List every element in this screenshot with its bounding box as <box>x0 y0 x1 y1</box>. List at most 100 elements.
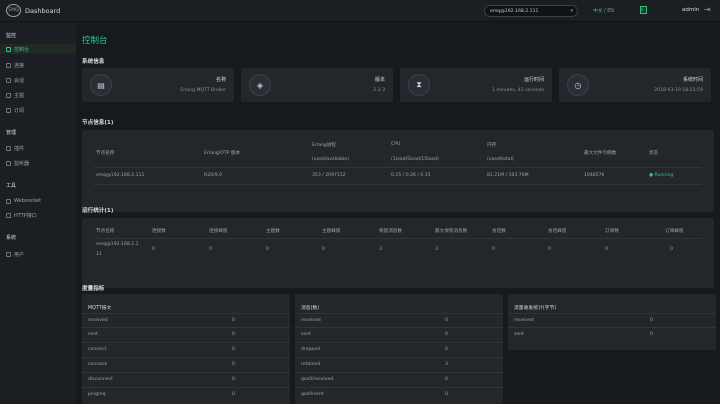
sidebar-item-topics[interactable]: 主题 <box>0 90 76 100</box>
table-cell: 0 <box>266 247 269 252</box>
metric-row: disconnect 0 <box>82 372 290 386</box>
calendar-icon <box>6 107 11 113</box>
sidebar-item-connections[interactable]: 连接 <box>0 60 76 70</box>
section-title-system-info: 系统信息 <box>82 59 105 65</box>
notification-count: 0 <box>641 7 644 12</box>
link-icon <box>6 62 11 68</box>
metric-value: 0 <box>445 332 448 337</box>
status-text: Running <box>654 173 674 178</box>
lang-zh[interactable]: 中文 <box>593 9 603 14</box>
metric-value: 0 <box>445 318 448 323</box>
info-card-version: ◈ 版本 2.3.3 <box>241 68 393 102</box>
info-label: 版本 <box>374 77 385 83</box>
table-header: 节点名称 <box>96 151 115 156</box>
sidebar-item-subscriptions[interactable]: 订阅 <box>0 105 76 115</box>
lang-en[interactable]: EN <box>607 9 614 14</box>
metric-row: qos0/sent 0 <box>295 387 503 401</box>
metric-row: pingreq 0 <box>82 387 290 401</box>
metric-card-messages: 消息(数) received 0 sent 0 dropped 0 retained 3… <box>295 294 503 404</box>
metric-key: disconnect <box>88 377 113 382</box>
sidebar-group-system: 系统 <box>6 235 17 241</box>
metric-key: pingreq <box>88 392 106 397</box>
table-cell: emq@192.168.2.1 <box>96 242 139 247</box>
table-cell: 0 <box>670 247 673 252</box>
sidebar-item-http-api[interactable]: HTTP接口 <box>0 210 76 220</box>
sidebar-group-tools: 工具 <box>6 183 17 189</box>
metric-value: 0 <box>650 318 653 323</box>
node-select[interactable]: emq@192.168.2.111 ▾ <box>484 5 578 17</box>
sidebar-item-users[interactable]: 用户 <box>0 249 76 259</box>
sidebar-item-label: 用户 <box>14 251 25 258</box>
section-title-runtime-stats: 运行统计(1) <box>82 208 114 214</box>
sidebar-item-label: 监听器 <box>14 160 30 167</box>
logout-icon[interactable]: ⇥ <box>704 5 712 15</box>
info-value: Erlang MQTT Broker <box>180 88 226 93</box>
table-header: 主题峰值 <box>322 229 341 234</box>
metric-value: 0 <box>232 377 235 382</box>
metric-value: 0 <box>232 392 235 397</box>
metric-row: dropped 0 <box>295 342 503 356</box>
logo[interactable]: EMQ Dashboard <box>6 4 60 17</box>
metric-row: sent 0 <box>508 327 716 341</box>
metric-row: connect 0 <box>82 342 290 356</box>
sidebar-item-plugins[interactable]: 插件 <box>0 143 76 153</box>
chevron-down-icon: ▾ <box>570 8 573 14</box>
clock-icon: ◷ <box>567 74 589 96</box>
table-header: 主题数 <box>266 229 280 234</box>
table-cell: 0 <box>548 247 551 252</box>
info-card-uptime: ⧗ 运行时间 1 minutes, 41 seconds <box>400 68 552 102</box>
metric-key: qos0/received <box>301 377 334 382</box>
metric-key: sent <box>514 332 524 337</box>
table-header: 连接数 <box>152 229 166 234</box>
table-subheader: (1load/5load/15load) <box>391 157 439 162</box>
sidebar-item-label: 插件 <box>14 145 25 152</box>
user-icon <box>6 251 11 257</box>
sidebar-group-manage: 管理 <box>6 130 17 136</box>
metric-row: connack 0 <box>82 357 290 371</box>
divider <box>94 238 702 239</box>
table-header: Erlang/OTP 版本 <box>204 151 241 156</box>
info-label: 运行时间 <box>523 77 544 83</box>
top-bar: EMQ Dashboard emq@192.168.2.111 ▾ 中文 / E… <box>0 0 720 22</box>
table-cell: emq@192.168.2.111 <box>96 173 145 178</box>
table-header: 状态 <box>649 151 659 156</box>
metric-key: qos0/sent <box>301 392 324 397</box>
metric-key: received <box>88 318 108 323</box>
table-header: 订阅峰值 <box>665 229 684 234</box>
info-card-system-time: ◷ 系统时间 2018-03-19 18:23:59 <box>559 68 711 102</box>
table-cell: 11 <box>96 252 102 257</box>
table-cell: R20/9.0 <box>204 173 222 178</box>
sidebar-item-label: 连接 <box>14 62 25 69</box>
metric-row: qos0/received 0 <box>295 372 503 386</box>
notification-button[interactable]: 0 <box>636 5 649 17</box>
metric-card-mqtt-packets: MQTT报文 received 0 sent 0 connect 0 connack 0… <box>82 294 290 404</box>
sidebar-item-websocket[interactable]: Websocket <box>0 196 76 206</box>
metric-value: 0 <box>232 318 235 323</box>
table-header: 连接峰值 <box>209 229 228 234</box>
table-cell: 3 <box>379 247 382 252</box>
metric-row: received 0 <box>295 313 503 327</box>
listener-icon <box>6 160 11 166</box>
metric-value: 0 <box>232 332 235 337</box>
sidebar-item-label: 控制台 <box>14 46 30 53</box>
sidebar-item-listeners[interactable]: 监听器 <box>0 158 76 168</box>
metric-key: received <box>301 318 321 323</box>
sidebar: 监控 控制台 连接 会话 主题 订阅 管理 插件 监听器 工具 Websocke… <box>0 22 76 404</box>
table-header: 内存 <box>487 143 497 148</box>
metric-card-bytes: 流量收发统计(字节) received 0 sent 0 <box>508 294 716 350</box>
username[interactable]: admin <box>682 7 699 13</box>
info-label: 系统时间 <box>682 77 703 83</box>
sidebar-item-sessions[interactable]: 会话 <box>0 75 76 85</box>
main-content: 控制台 系统信息 ▤ 名称 Erlang MQTT Broker ◈ 版本 2.… <box>76 22 720 404</box>
info-value: 1 minutes, 41 seconds <box>492 88 544 93</box>
language-switch: 中文 / EN <box>593 7 614 14</box>
metric-key: sent <box>88 332 98 337</box>
table-header: 最大文件句柄数 <box>584 151 617 156</box>
sidebar-item-dashboard[interactable]: 控制台 <box>0 44 76 54</box>
gear-icon <box>6 145 11 151</box>
websocket-icon <box>6 198 11 204</box>
metric-key: connect <box>88 347 107 352</box>
table-cell: 0 <box>152 247 155 252</box>
table-cell: 0.15 / 0.26 / 0.15 <box>391 173 431 178</box>
metric-title: 流量收发统计(字节) <box>514 306 557 311</box>
